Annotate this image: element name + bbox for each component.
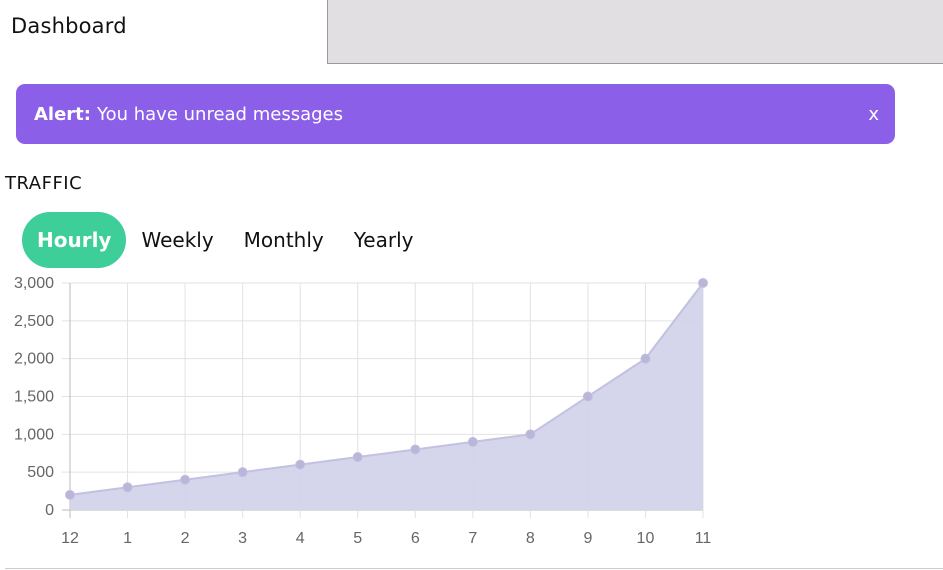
x-tick-label: 9 [583, 530, 592, 547]
data-point [237, 467, 248, 478]
x-tick-label: 11 [695, 530, 712, 547]
x-tick-label: 5 [353, 530, 362, 547]
data-point [582, 391, 593, 402]
y-tick-label: 1,000 [14, 426, 54, 443]
tab-weekly[interactable]: Weekly [126, 212, 228, 268]
alert-message: You have unread messages [97, 103, 343, 125]
bottom-divider [5, 568, 943, 569]
tab-yearly[interactable]: Yearly [339, 212, 429, 268]
data-point [180, 474, 191, 485]
traffic-chart-svg: 05001,0001,5002,0002,5003,00012 1 2 3 4 5 6 7 8 9… [14, 275, 712, 547]
x-tick-label: 1 [123, 530, 132, 547]
data-point [640, 353, 651, 364]
y-tick-label: 0 [45, 502, 54, 519]
traffic-chart: 0 500 1,000 1,500 2,000 2,500 3,000 12 1 2 3 4 5 6 7 8 9… [0, 270, 720, 555]
tab-hourly[interactable]: Hourly [22, 212, 127, 268]
x-tick-label: 10 [637, 530, 655, 547]
y-tick-label: 3,000 [14, 275, 54, 292]
dashboard-page: Dashboard Alert: You have unread message… [0, 0, 943, 570]
y-tick-label: 2,500 [14, 313, 54, 330]
data-point [352, 452, 363, 463]
data-point [525, 429, 536, 440]
x-tick-label: 3 [238, 530, 247, 547]
page-title: Dashboard [11, 14, 127, 38]
y-tick-label: 500 [27, 464, 54, 481]
traffic-tabs: Hourly Weekly Monthly Yearly [22, 212, 429, 268]
y-tick-label: 2,000 [14, 351, 54, 368]
header-panel [327, 0, 943, 64]
x-tick-label: 6 [411, 530, 420, 547]
x-tick-label: 7 [468, 530, 477, 547]
alert-prefix: Alert: [34, 103, 91, 125]
data-point [410, 444, 421, 455]
alert-close-button[interactable]: x [866, 102, 881, 127]
traffic-title: TRAFFIC [5, 173, 83, 194]
data-point [467, 436, 478, 447]
x-tick-label: 4 [296, 530, 305, 547]
data-point [122, 482, 133, 493]
x-tick-label: 2 [181, 530, 190, 547]
x-tick-label: 12 [61, 530, 79, 547]
alert-banner: Alert: You have unread messages x [16, 84, 895, 144]
tab-monthly[interactable]: Monthly [229, 212, 339, 268]
y-tick-label: 1,500 [14, 389, 54, 406]
data-point [698, 278, 708, 288]
x-tick-label: 8 [526, 530, 535, 547]
data-point [65, 489, 75, 500]
data-point [295, 459, 306, 470]
